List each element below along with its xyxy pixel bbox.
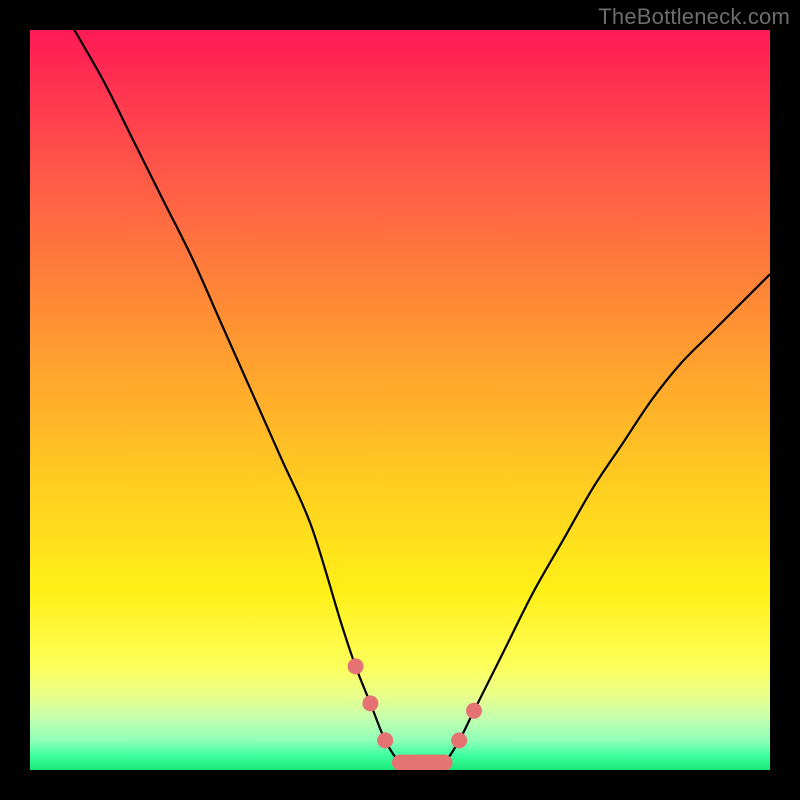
watermark-text: TheBottleneck.com [598, 4, 790, 30]
bottleneck-curve-path [74, 30, 770, 770]
fit-marker [451, 732, 467, 748]
fit-marker [466, 703, 482, 719]
fit-marker [377, 732, 393, 748]
curve-svg [30, 30, 770, 770]
chart-frame: TheBottleneck.com [0, 0, 800, 800]
fit-marker [362, 695, 378, 711]
marker-group [348, 658, 482, 770]
fit-marker [348, 658, 364, 674]
plot-area [30, 30, 770, 770]
bottleneck-curve [74, 30, 770, 770]
